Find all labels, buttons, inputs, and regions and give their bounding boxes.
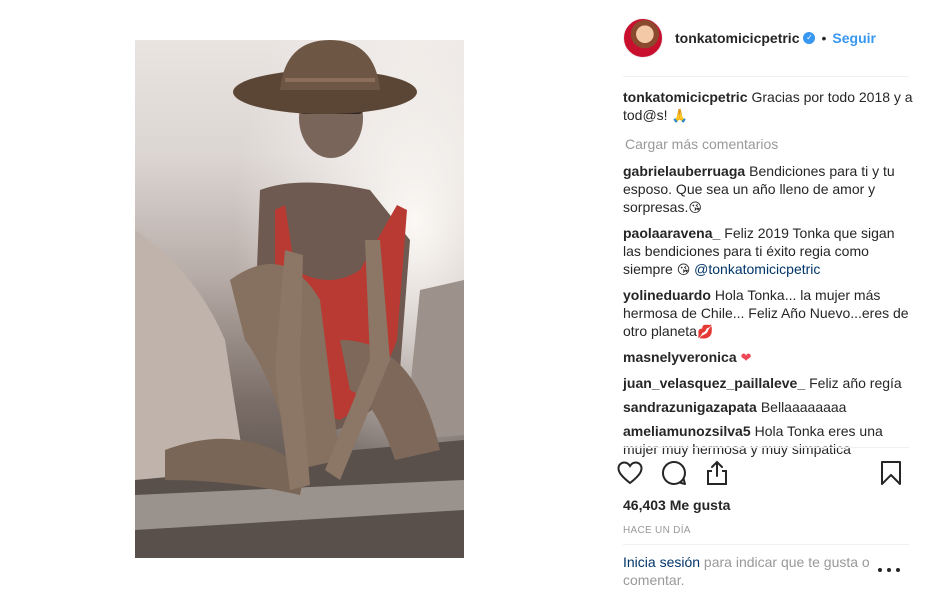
caption: tonkatomicicpetric Gracias por todo 2018 … — [623, 88, 913, 126]
photo-illustration — [135, 40, 464, 558]
login-link[interactable]: Inicia sesión — [623, 554, 700, 570]
comment-item: yolineduardo Hola Tonka... la mujer más h… — [623, 286, 913, 342]
avatar[interactable] — [623, 18, 663, 58]
bookmark-icon[interactable] — [876, 458, 906, 488]
comment-emoji: ❤ — [740, 351, 752, 366]
divider — [623, 447, 909, 448]
comment-emoji: 💋 — [696, 325, 714, 340]
comment-item: ameliamunozsilva5 Hola Tonka eres una muj… — [623, 422, 913, 458]
comment-item: masnelyveronica ❤ — [623, 348, 913, 368]
comment-username[interactable]: yolineduardo — [623, 287, 711, 303]
comment-username[interactable]: masnelyveronica — [623, 349, 737, 365]
comments-list: tonkatomicicpetric Gracias por todo 2018 … — [623, 88, 913, 464]
divider — [623, 76, 909, 77]
comment-username[interactable]: ameliamunozsilva5 — [623, 423, 751, 439]
comment-emoji: 😘 — [676, 263, 691, 278]
verified-badge-icon: ✓ — [803, 32, 816, 44]
post-photo — [135, 40, 464, 558]
comment-item: sandrazunigazapata Bellaaaaaaaa — [623, 398, 913, 416]
comment-icon[interactable] — [659, 458, 689, 488]
load-more-comments-button[interactable]: Cargar más comentarios — [625, 135, 913, 153]
post-timestamp[interactable]: HACE UN DÍA — [623, 525, 691, 536]
header-username[interactable]: tonkatomicicpetric — [675, 30, 799, 46]
caption-username[interactable]: tonkatomicicpetric — [623, 89, 747, 105]
action-bar — [615, 458, 911, 490]
comment-username[interactable]: juan_velasquez_paillaleve_ — [623, 375, 805, 391]
comment-item: paolaaravena_ Feliz 2019 Tonka que sigan … — [623, 224, 913, 280]
comment-username[interactable]: paolaaravena_ — [623, 225, 720, 241]
comment-username[interactable]: gabrielauberruaga — [623, 163, 745, 179]
comment-item: gabrielauberruaga Bendiciones para ti y t… — [623, 162, 913, 218]
comment-item: juan_velasquez_paillaleve_ Feliz año regí… — [623, 374, 913, 392]
comment-text: Feliz año regía — [809, 375, 902, 391]
heart-icon[interactable] — [615, 458, 645, 488]
comment-mention-link[interactable]: @tonkatomicicpetric — [690, 261, 820, 277]
post-header: tonkatomicicpetric ✓ • Seguir — [623, 16, 909, 60]
follow-button[interactable]: Seguir — [832, 30, 876, 46]
more-options-icon[interactable] — [878, 562, 900, 578]
share-icon[interactable] — [702, 458, 732, 488]
divider — [623, 544, 909, 545]
login-prompt: Inicia sesión para indicar que te gusta … — [623, 553, 885, 589]
separator-dot: • — [821, 30, 827, 46]
comment-username[interactable]: sandrazunigazapata — [623, 399, 757, 415]
caption-emoji: 🙏 — [671, 109, 688, 124]
comment-text: Bellaaaaaaaa — [760, 399, 847, 415]
likes-count[interactable]: 46,403 Me gusta — [623, 497, 730, 513]
comment-emoji: 😘 — [688, 201, 702, 216]
